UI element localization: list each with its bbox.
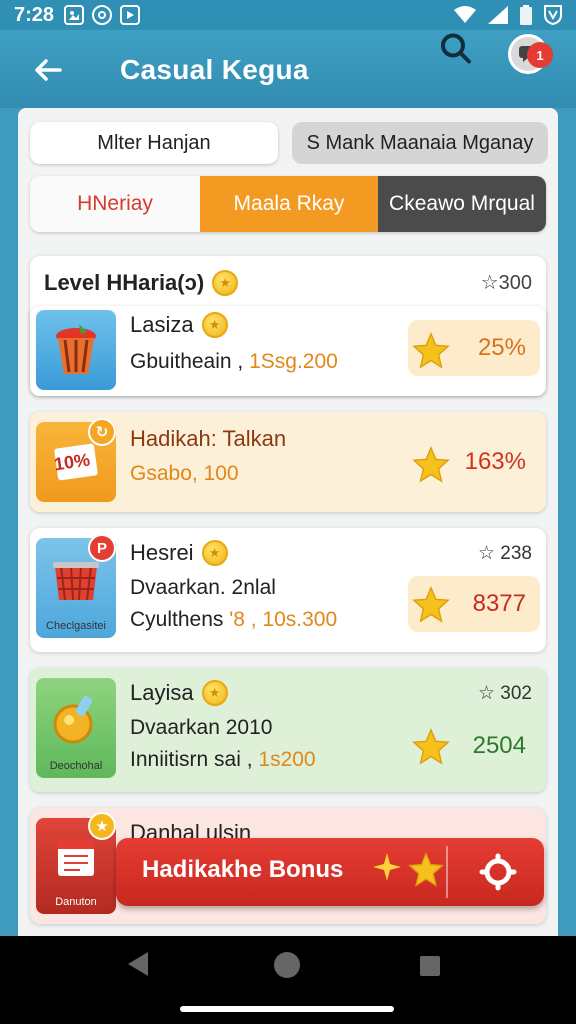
calendar-icon <box>58 840 94 876</box>
nav-back-icon[interactable] <box>126 950 150 978</box>
coin-icon: ★ <box>201 540 228 566</box>
list-item[interactable]: Deochohal Layisa ★ ☆ 302 Dvaarkan 2010 I… <box>30 668 546 792</box>
badge-p-icon: P <box>88 534 116 562</box>
tab-hneriay[interactable]: HNeriay <box>30 176 200 232</box>
back-button[interactable] <box>28 50 68 90</box>
item-subtitle: Gbuitheain , 1Ssg.200 <box>130 350 338 374</box>
bonus-banner[interactable]: Hadikakhe Bonus <box>116 838 544 906</box>
main-content: Mlter Hanjan S Mank Maanaia Mganay HNeri… <box>18 108 558 936</box>
filter-pill-left[interactable]: Mlter Hanjan <box>30 122 278 164</box>
item-thumbnail: 10% ↻ <box>36 418 116 502</box>
badge-icon: ↻ <box>88 418 116 446</box>
list-item[interactable]: P Checlgasitei Hesrei ★ ☆ 238 Dvaarkan. … <box>30 528 546 652</box>
tab-ckeawo-mrqual[interactable]: Ckeawo Mrqual <box>378 176 546 232</box>
signal-icon <box>488 6 508 24</box>
item-sub-prefix: Gbuitheain , <box>130 350 244 373</box>
item-sub-value: '8 , 10s.300 <box>229 608 338 631</box>
thumb-caption: Danuton <box>55 896 97 908</box>
list-item[interactable]: 10% ↻ Hadikah: Talkan Gsabo, 100 163% <box>30 412 546 512</box>
status-right-icons <box>454 5 562 25</box>
item-subtitle: Gsabo, 100 <box>130 462 239 486</box>
play-icon <box>120 5 141 25</box>
bucket-icon <box>56 324 96 374</box>
item-right-value: ☆ 302 <box>477 683 532 704</box>
basket-icon <box>53 562 99 601</box>
settings-icon[interactable] <box>478 852 518 892</box>
sparkle-icon <box>373 853 401 881</box>
item-name: Lasiza ★ <box>130 312 228 338</box>
level-heading: Level HHaria(ↄ) ★ <box>44 270 239 296</box>
tab-maala-rkay[interactable]: Maala Rkay <box>200 176 378 232</box>
item-sub-prefix: Inniitisrn sai , <box>130 748 253 771</box>
item-sub-value: 1s200 <box>258 748 316 771</box>
filter-pill-right[interactable]: S Mank Maanaia Mganay <box>292 122 548 164</box>
item-name-text: Layisa <box>130 680 194 705</box>
status-left-icons <box>64 5 141 25</box>
item-sub-prefix: Cyulthens <box>130 608 224 631</box>
item-name-text: Lasiza <box>130 312 194 337</box>
level-value: ☆300 <box>480 272 532 294</box>
item-subtitle-line1: Dvaarkan 2010 <box>130 716 273 739</box>
percent-value: 25% <box>477 334 526 361</box>
list-item[interactable]: Lasiza ★ Gbuitheain , 1Ssg.200 25% <box>30 306 546 396</box>
circle-icon <box>92 5 113 25</box>
star-icon <box>412 332 450 369</box>
shield-icon <box>544 5 562 25</box>
status-time: 7:28 <box>14 3 55 26</box>
level-title: Level HHaria(ↄ) <box>44 270 205 295</box>
item-thumbnail: Deochohal <box>36 678 116 778</box>
bonus-label: Hadikakhe Bonus <box>142 856 344 883</box>
star-icon <box>412 446 450 483</box>
thumb-caption: Checlgasitei <box>46 620 106 632</box>
nav-home-icon[interactable] <box>274 952 300 978</box>
star-icon <box>412 728 450 765</box>
percent-value: 8377 <box>472 590 526 617</box>
item-name: Layisa ★ <box>130 680 228 706</box>
gesture-pill[interactable] <box>180 1006 394 1012</box>
item-sub-value: 1Ssg.200 <box>249 350 338 373</box>
wifi-icon <box>454 6 476 23</box>
item-thumbnail: ★ Danuton <box>36 812 116 914</box>
item-name-text: Hesrei <box>130 540 194 565</box>
item-subtitle: Inniitisrn sai , 1s200 <box>130 748 316 772</box>
star-icon <box>412 586 450 623</box>
item-thumbnail <box>36 310 116 390</box>
star-icon <box>408 852 444 887</box>
star-badge-icon: ★ <box>88 812 116 840</box>
image-icon <box>64 5 85 25</box>
divider <box>446 846 448 898</box>
arrow-left-icon <box>35 59 62 81</box>
search-button[interactable] <box>438 31 472 70</box>
notification-badge: 1 <box>527 42 553 68</box>
coin-icon: ★ <box>201 312 228 338</box>
search-icon <box>441 33 471 64</box>
app-header: Casual Kegua <box>0 30 576 108</box>
coin-icon: ★ <box>201 680 228 706</box>
nav-recents-icon[interactable] <box>420 956 440 976</box>
page-title: Casual Kegua <box>120 54 309 85</box>
item-thumbnail: P Checlgasitei <box>36 534 116 638</box>
item-subtitle: Cyulthens '8 , 10s.300 <box>130 608 337 632</box>
item-name-text: Hadikah: Talkan <box>130 426 287 451</box>
potion-icon <box>53 695 93 744</box>
percent-value: 163% <box>464 448 526 475</box>
item-right-value: ☆ 238 <box>477 543 532 564</box>
item-name: Hesrei ★ <box>130 540 228 566</box>
coin-icon: ★ <box>212 270 239 296</box>
segment-tabs: HNeriay Maala Rkay Ckeawo Mrqual <box>30 176 546 232</box>
percent-value: 2504 <box>472 732 526 759</box>
item-name: Hadikah: Talkan <box>130 426 286 452</box>
item-sub-value: Gsabo, 100 <box>130 462 239 485</box>
battery-icon <box>520 5 532 25</box>
status-bar: 7:28 <box>0 0 576 30</box>
filter-row: Mlter Hanjan S Mank Maanaia Mganay <box>30 122 548 166</box>
thumb-caption: Deochohal <box>49 760 103 772</box>
item-subtitle-line1: Dvaarkan. 2nlal <box>130 576 276 599</box>
